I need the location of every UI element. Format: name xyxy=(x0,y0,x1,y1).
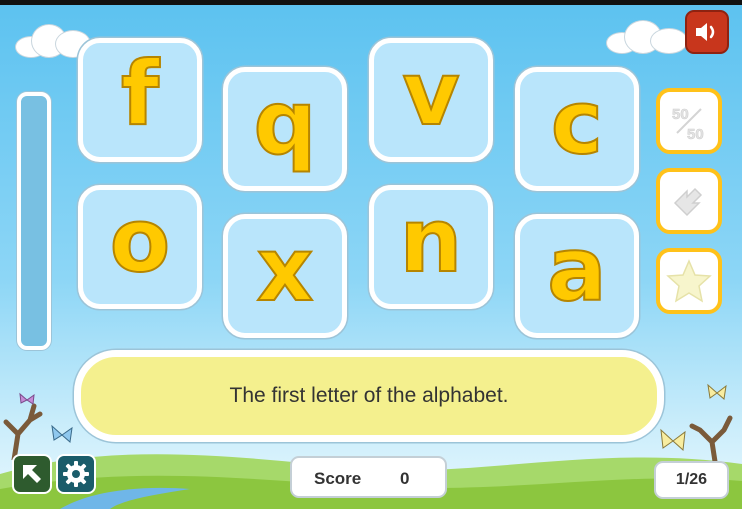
svg-text:50: 50 xyxy=(672,106,689,123)
game-stage: f q v c o x n a 50 50 The first letter o… xyxy=(0,0,742,509)
star-button[interactable] xyxy=(656,248,722,314)
letter-tile[interactable]: c xyxy=(515,67,639,191)
tile-letter: a xyxy=(546,218,607,321)
letter-tile[interactable]: a xyxy=(515,214,639,338)
speaker-icon xyxy=(696,23,715,41)
fifty-fifty-icon: 50 50 xyxy=(672,106,704,143)
star-icon xyxy=(666,259,712,303)
tile-letter: q xyxy=(253,71,318,174)
letter-tile[interactable]: f xyxy=(78,38,202,162)
clue-box: The first letter of the alphabet. xyxy=(74,350,664,442)
exit-arrow-icon xyxy=(23,465,41,483)
progress-bar xyxy=(17,92,51,350)
tile-letter: o xyxy=(109,189,171,292)
letter-tile[interactable]: o xyxy=(78,185,202,309)
score-value: 0 xyxy=(400,469,410,488)
butterfly-yellow-right xyxy=(707,383,727,400)
tile-letter: c xyxy=(550,71,604,174)
tile-letter: x xyxy=(256,218,315,321)
top-border xyxy=(0,0,742,5)
letter-tile[interactable]: v xyxy=(369,38,493,162)
fifty-fifty-button[interactable]: 50 50 xyxy=(656,88,722,154)
swap-button[interactable] xyxy=(656,168,722,234)
tree-right-decoration xyxy=(689,415,733,468)
letter-tile[interactable]: q xyxy=(223,67,347,191)
tile-letter: f xyxy=(120,42,160,145)
cloud-right xyxy=(606,18,692,54)
butterfly-yellow-low xyxy=(660,428,686,452)
butterfly-blue xyxy=(51,424,73,443)
tree-left-decoration xyxy=(3,403,43,460)
clue-text: The first letter of the alphabet. xyxy=(229,384,509,407)
swap-arrows-icon xyxy=(673,187,703,217)
butterfly-left xyxy=(19,392,35,405)
sound-button[interactable] xyxy=(685,10,729,54)
settings-button[interactable] xyxy=(56,454,96,494)
score-label: Score xyxy=(314,469,362,488)
tile-letter: n xyxy=(399,189,464,292)
svg-text:50: 50 xyxy=(687,126,704,143)
letter-tile[interactable]: x xyxy=(223,214,347,338)
exit-button[interactable] xyxy=(12,454,52,494)
question-counter: 1/26 xyxy=(654,461,729,499)
tile-letter: v xyxy=(401,42,460,145)
score-display: Score 0 xyxy=(290,456,447,498)
gear-icon xyxy=(63,461,89,487)
letter-tile[interactable]: n xyxy=(369,185,493,309)
